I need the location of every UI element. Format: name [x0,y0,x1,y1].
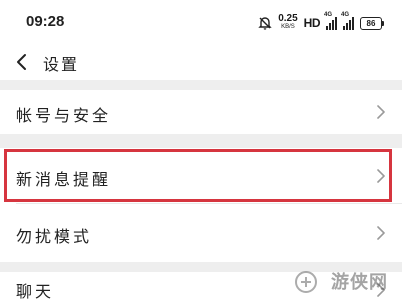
settings-item-new-message-alerts[interactable]: 新消息提醒 [0,148,402,204]
battery-level: 86 [366,18,376,28]
chevron-right-icon [377,105,385,119]
settings-item-label: 勿扰模式 [16,227,93,246]
title-bar: 设置 [0,44,402,80]
signal-icon: 4G [341,12,354,30]
chevron-right-icon [377,169,385,183]
watermark: 游侠网 [331,272,388,293]
section-separator [0,134,402,148]
settings-item-label: 新消息提醒 [16,170,112,189]
network-type-1: 4G [324,12,333,18]
chevron-left-icon[interactable] [12,52,32,72]
speed-value: 0.25 [278,13,298,24]
network-speed: 0.25 KB/S [278,13,298,31]
alarm-off-icon [258,17,272,30]
network-type-2: 4G [341,12,350,18]
settings-item-do-not-disturb[interactable]: 勿扰模式 [0,204,402,262]
speed-unit: KB/S [281,24,295,30]
settings-item-label: 帐号与安全 [16,106,112,125]
status-time: 09:28 [26,13,65,30]
chevron-right-icon [377,226,385,240]
hd-indicator: HD [303,16,321,30]
signal-icon: 4G [324,12,337,30]
watermark-logo-icon [295,271,317,293]
status-bar: 09:28 0.25 KB/S HD 4G 4G 86 [0,0,402,44]
section-separator [0,80,402,90]
settings-item-label: 聊天 [16,282,55,301]
status-icons: 0.25 KB/S HD 4G 4G 86 [258,12,384,32]
settings-item-account-security[interactable]: 帐号与安全 [0,90,402,134]
battery-icon: 86 [360,16,384,30]
page-title: 设置 [43,55,80,74]
